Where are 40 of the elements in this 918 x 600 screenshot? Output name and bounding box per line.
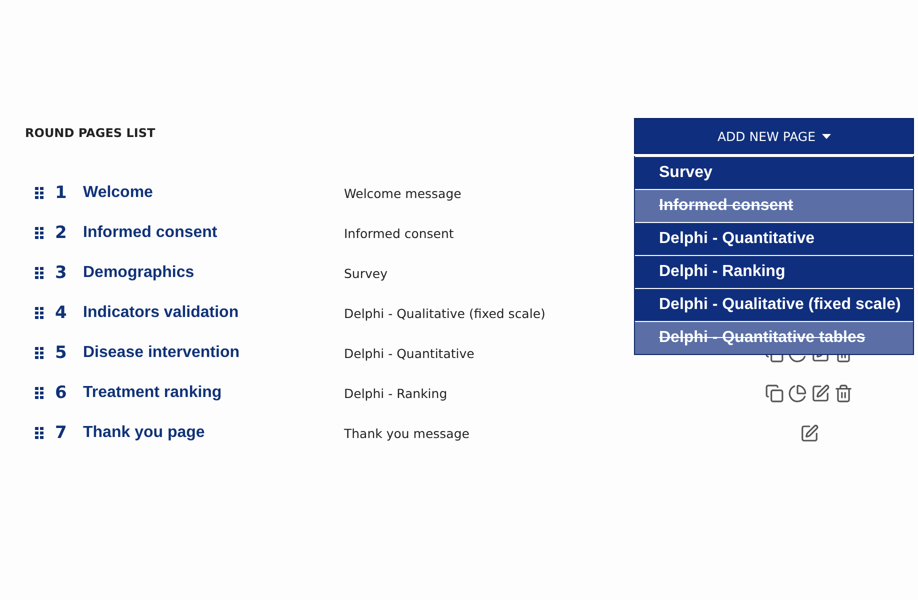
page-number: 2 <box>55 223 67 243</box>
drag-handle-icon[interactable] <box>35 427 44 439</box>
page-type: Thank you message <box>344 426 470 440</box>
page-type: Survey <box>344 266 388 280</box>
page-number: 1 <box>55 183 67 203</box>
page-name[interactable]: Thank you page <box>83 424 205 442</box>
page-name[interactable]: Informed consent <box>83 224 218 242</box>
add-new-page-button[interactable]: ADD NEW PAGE <box>634 118 914 154</box>
menu-item[interactable]: Delphi - Qualitative (fixed scale) <box>635 289 913 321</box>
page-number: 5 <box>55 343 67 363</box>
page-name[interactable]: Indicators validation <box>83 304 239 322</box>
drag-handle-icon[interactable] <box>35 267 44 279</box>
copy-icon[interactable] <box>765 384 784 402</box>
page-name[interactable]: Treatment ranking <box>83 384 222 402</box>
page-type: Welcome message <box>344 186 462 200</box>
menu-item[interactable]: Delphi - Quantitative <box>635 223 913 255</box>
edit-icon[interactable] <box>800 424 818 442</box>
delete-icon[interactable] <box>834 384 853 402</box>
page-name[interactable]: Welcome <box>83 184 153 202</box>
page-type: Informed consent <box>344 226 454 240</box>
menu-item[interactable]: Survey <box>635 157 913 189</box>
drag-handle-icon[interactable] <box>35 187 44 199</box>
drag-handle-icon[interactable] <box>35 347 44 359</box>
page-number: 3 <box>55 263 67 283</box>
edit-icon[interactable] <box>811 384 830 402</box>
page-number: 7 <box>55 423 67 443</box>
page-name[interactable]: Disease intervention <box>83 344 240 362</box>
drag-handle-icon[interactable] <box>35 387 44 399</box>
page-number: 4 <box>55 303 67 323</box>
pie-chart-icon[interactable] <box>788 384 807 402</box>
drag-handle-icon[interactable] <box>35 227 44 239</box>
caret-icon <box>822 134 830 138</box>
drag-handle-icon[interactable] <box>35 307 44 319</box>
page-number: 6 <box>55 383 67 403</box>
page-type: Delphi - Qualitative (fixed scale) <box>344 306 546 320</box>
page-type: Delphi - Ranking <box>344 386 448 400</box>
page-type: Delphi - Quantitative <box>344 346 474 360</box>
section-title: ROUND PAGES LIST <box>25 126 156 140</box>
page-name[interactable]: Demographics <box>83 264 194 282</box>
menu-item[interactable]: Delphi - Ranking <box>635 256 913 288</box>
